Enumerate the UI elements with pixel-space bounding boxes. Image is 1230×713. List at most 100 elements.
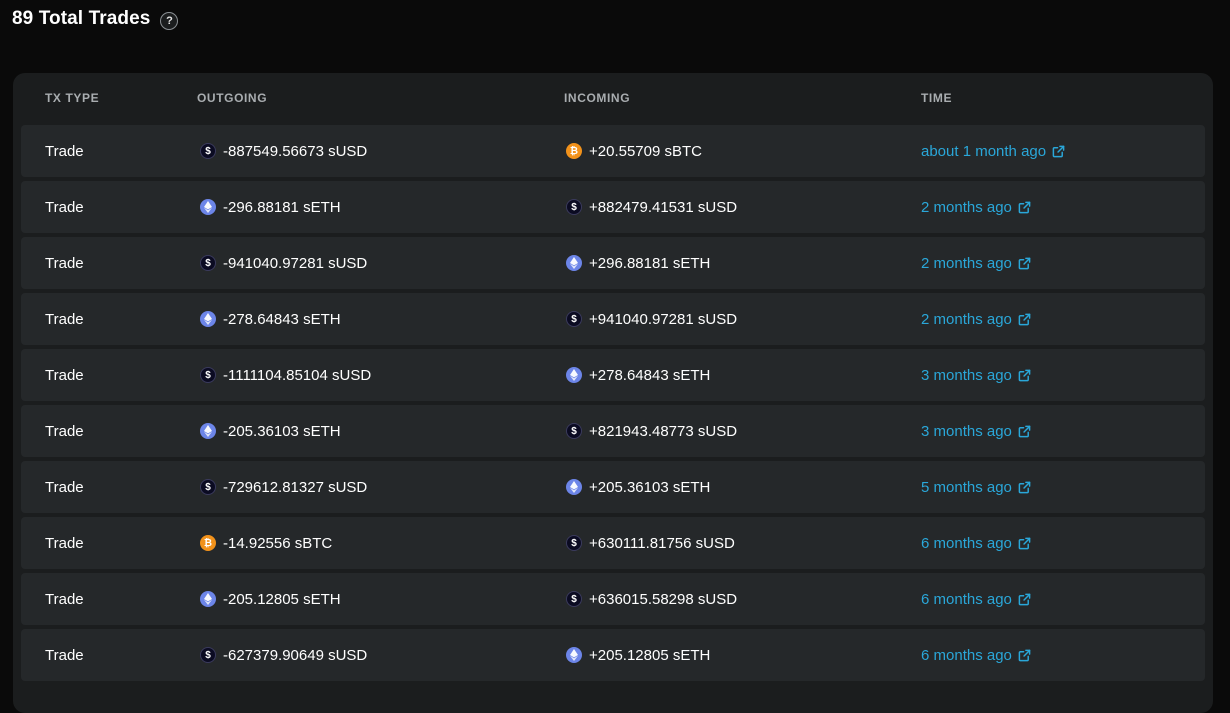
seth-coin-icon <box>566 647 582 663</box>
outgoing-amount: -205.36103 sETH <box>223 422 341 440</box>
outgoing-amount: -205.12805 sETH <box>223 590 341 608</box>
outgoing-cell: -205.12805 sETH <box>200 573 341 625</box>
time-cell: about 1 month ago <box>921 125 1065 177</box>
time-cell: 2 months ago <box>921 181 1031 233</box>
table-row: Trade $ -887549.56673 sUSD ₿ +20.55709 sBTC a… <box>21 125 1205 177</box>
external-link-icon <box>1018 257 1031 270</box>
help-icon[interactable]: ? <box>160 11 179 30</box>
incoming-amount: +205.12805 sETH <box>589 646 711 664</box>
time-cell: 3 months ago <box>921 405 1031 457</box>
column-header-tx-type: TX TYPE <box>45 91 100 105</box>
incoming-amount: +821943.48773 sUSD <box>589 422 738 440</box>
time-link[interactable]: 6 months ago <box>921 647 1031 664</box>
incoming-amount: +20.55709 sBTC <box>589 142 702 160</box>
trades-table: TX TYPE OUTGOING INCOMING TIME Trade $ -88… <box>13 73 1213 713</box>
time-cell: 2 months ago <box>921 237 1031 289</box>
susd-coin-icon: $ <box>566 423 582 439</box>
time-link[interactable]: 6 months ago <box>921 591 1031 608</box>
time-label: 5 months ago <box>921 478 1012 496</box>
time-link[interactable]: 2 months ago <box>921 311 1031 328</box>
outgoing-amount: -296.88181 sETH <box>223 198 341 216</box>
time-link[interactable]: 3 months ago <box>921 367 1031 384</box>
outgoing-cell: ₿ -14.92556 sBTC <box>200 517 332 569</box>
time-link[interactable]: 5 months ago <box>921 479 1031 496</box>
susd-coin-icon: $ <box>200 143 216 159</box>
susd-coin-icon: $ <box>566 199 582 215</box>
time-label: about 1 month ago <box>921 142 1047 160</box>
external-link-icon <box>1018 537 1031 550</box>
outgoing-cell: $ -941040.97281 sUSD <box>200 237 367 289</box>
time-link[interactable]: 2 months ago <box>921 255 1031 272</box>
seth-coin-icon <box>566 255 582 271</box>
time-label: 2 months ago <box>921 310 1012 328</box>
susd-coin-icon: $ <box>200 647 216 663</box>
seth-coin-icon <box>200 591 216 607</box>
susd-coin-icon: $ <box>200 255 216 271</box>
column-header-outgoing: OUTGOING <box>197 91 268 105</box>
table-row: Trade -278.64843 sETH $ +941040.97281 sUSD 2… <box>21 293 1205 345</box>
seth-coin-icon <box>200 423 216 439</box>
incoming-cell: +278.64843 sETH <box>566 349 710 401</box>
outgoing-amount: -729612.81327 sUSD <box>223 478 368 496</box>
column-header-time: TIME <box>921 91 953 105</box>
outgoing-cell: $ -627379.90649 sUSD <box>200 629 367 681</box>
time-label: 3 months ago <box>921 366 1012 384</box>
outgoing-amount: -278.64843 sETH <box>223 310 341 328</box>
table-row: Trade $ -729612.81327 sUSD +205.36103 sETH 5… <box>21 461 1205 513</box>
tx-type-cell: Trade <box>45 310 84 328</box>
external-link-icon <box>1018 593 1031 606</box>
tx-type-cell: Trade <box>45 590 84 608</box>
outgoing-amount: -627379.90649 sUSD <box>223 646 368 664</box>
incoming-cell: ₿ +20.55709 sBTC <box>566 125 702 177</box>
outgoing-cell: $ -729612.81327 sUSD <box>200 461 367 513</box>
external-link-icon <box>1018 425 1031 438</box>
table-row: Trade $ -1111104.85104 sUSD +278.64843 sETH… <box>21 349 1205 401</box>
outgoing-cell: $ -1111104.85104 sUSD <box>200 349 371 401</box>
external-link-icon <box>1018 481 1031 494</box>
time-link[interactable]: about 1 month ago <box>921 143 1065 160</box>
susd-coin-icon: $ <box>566 535 582 551</box>
incoming-cell: $ +941040.97281 sUSD <box>566 293 737 345</box>
susd-coin-icon: $ <box>200 367 216 383</box>
time-label: 6 months ago <box>921 646 1012 664</box>
incoming-amount: +205.36103 sETH <box>589 478 711 496</box>
table-row: Trade $ -941040.97281 sUSD +296.88181 sETH 2… <box>21 237 1205 289</box>
outgoing-cell: -296.88181 sETH <box>200 181 341 233</box>
incoming-amount: +296.88181 sETH <box>589 254 711 272</box>
incoming-cell: $ +821943.48773 sUSD <box>566 405 737 457</box>
time-cell: 2 months ago <box>921 293 1031 345</box>
outgoing-cell: $ -887549.56673 sUSD <box>200 125 367 177</box>
external-link-icon <box>1018 201 1031 214</box>
table-row: Trade $ -627379.90649 sUSD +205.12805 sETH 6… <box>21 629 1205 681</box>
tx-type-cell: Trade <box>45 422 84 440</box>
seth-coin-icon <box>566 479 582 495</box>
incoming-amount: +630111.81756 sUSD <box>589 534 735 552</box>
susd-coin-icon: $ <box>200 479 216 495</box>
time-label: 6 months ago <box>921 590 1012 608</box>
tx-type-cell: Trade <box>45 534 84 552</box>
time-cell: 6 months ago <box>921 517 1031 569</box>
time-label: 2 months ago <box>921 198 1012 216</box>
outgoing-amount: -1111104.85104 sUSD <box>223 366 372 384</box>
outgoing-amount: -14.92556 sBTC <box>223 534 333 552</box>
tx-type-cell: Trade <box>45 366 84 384</box>
time-link[interactable]: 3 months ago <box>921 423 1031 440</box>
incoming-cell: $ +882479.41531 sUSD <box>566 181 737 233</box>
time-cell: 6 months ago <box>921 629 1031 681</box>
time-cell: 6 months ago <box>921 573 1031 625</box>
page-title: 89 Total Trades <box>12 8 151 29</box>
susd-coin-icon: $ <box>566 311 582 327</box>
table-row: Trade -205.12805 sETH $ +636015.58298 sUSD 6… <box>21 573 1205 625</box>
time-link[interactable]: 6 months ago <box>921 535 1031 552</box>
incoming-cell: +205.36103 sETH <box>566 461 710 513</box>
table-row: Trade -296.88181 sETH $ +882479.41531 sUSD 2… <box>21 181 1205 233</box>
outgoing-cell: -205.36103 sETH <box>200 405 341 457</box>
page-header: 89 Total Trades ? <box>12 8 179 30</box>
outgoing-amount: -941040.97281 sUSD <box>223 254 368 272</box>
external-link-icon <box>1018 313 1031 326</box>
susd-coin-icon: $ <box>566 591 582 607</box>
external-link-icon <box>1018 649 1031 662</box>
table-body: Trade $ -887549.56673 sUSD ₿ +20.55709 sBTC a… <box>21 125 1205 685</box>
time-link[interactable]: 2 months ago <box>921 199 1031 216</box>
column-header-incoming: INCOMING <box>564 91 631 105</box>
